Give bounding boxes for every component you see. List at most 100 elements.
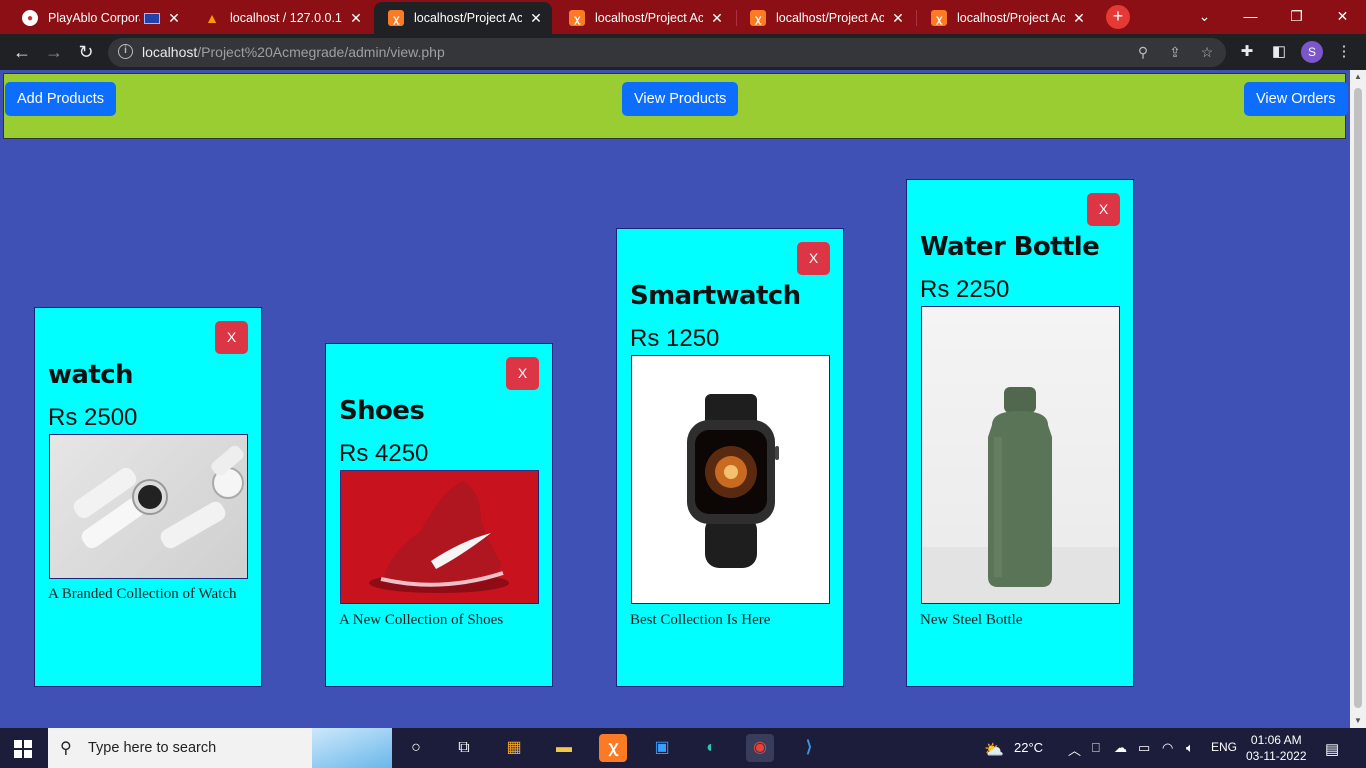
windows-start-icon[interactable] bbox=[14, 740, 32, 758]
browser-tab[interactable]: ꭓ localhost/Project Acm ✕ bbox=[917, 2, 1095, 34]
product-description: A Branded Collection of Watch bbox=[48, 586, 237, 602]
forward-icon[interactable]: → bbox=[42, 40, 66, 64]
tray-expand-icon[interactable]: ︿ bbox=[1068, 740, 1081, 759]
url-text: localhost/Project%20Acmegrade/admin/view… bbox=[142, 44, 445, 60]
scrollbar-thumb[interactable] bbox=[1354, 88, 1362, 708]
page-scrollbar[interactable]: ▲ ▼ bbox=[1350, 70, 1366, 728]
product-card: X Smartwatch Rs 1250 Best Collection Is … bbox=[616, 228, 844, 687]
browser-tab-strip: ● PlayAblo Corporat ✕ ▲ localhost / 127.… bbox=[0, 0, 1366, 34]
browser-tab[interactable]: ▲ localhost / 127.0.0.1 / ✕ bbox=[190, 2, 372, 34]
extensions-icon[interactable]: ✚ bbox=[1237, 42, 1257, 62]
page-content: Add Products View Products View Orders X… bbox=[0, 70, 1350, 728]
delete-product-button[interactable]: X bbox=[215, 321, 248, 354]
product-name: watch bbox=[48, 360, 134, 390]
close-tab-icon[interactable]: ✕ bbox=[166, 10, 182, 27]
close-tab-icon[interactable]: ✕ bbox=[528, 10, 544, 27]
profile-avatar[interactable]: S bbox=[1301, 41, 1323, 63]
battery-saver-icon[interactable]: ⎕ bbox=[1092, 740, 1100, 756]
close-window-icon[interactable]: ✕ bbox=[1320, 0, 1365, 32]
green-steel-bottle-photo bbox=[922, 387, 1119, 603]
recording-icon bbox=[144, 12, 160, 24]
browser-tab[interactable]: ꭓ localhost/Project Acm ✕ bbox=[555, 2, 733, 34]
zoom-icon[interactable]: ⚲ bbox=[1134, 43, 1152, 61]
back-icon[interactable]: ← bbox=[10, 40, 34, 64]
product-card: X Water Bottle Rs 2250 New Steel Bottle bbox=[906, 179, 1134, 687]
search-icon: ⚲ bbox=[60, 740, 72, 757]
clock-time: 01:06 AM bbox=[1250, 733, 1302, 747]
delete-product-button[interactable]: X bbox=[797, 242, 830, 275]
browser-tab-active[interactable]: ꭓ localhost/Project Acm ✕ bbox=[374, 2, 552, 34]
wifi-icon[interactable]: ◠ bbox=[1162, 740, 1173, 756]
view-orders-button[interactable]: View Orders bbox=[1244, 82, 1348, 116]
tab-title: localhost/Project Acm bbox=[776, 11, 884, 25]
onedrive-icon[interactable]: ☁ bbox=[1114, 740, 1127, 756]
edge-icon[interactable]: ◐ bbox=[697, 734, 725, 762]
site-info-icon[interactable]: i bbox=[118, 44, 133, 59]
tab-title: localhost/Project Acm bbox=[414, 11, 522, 25]
new-tab-button[interactable]: + bbox=[1106, 5, 1130, 29]
tab-search-icon[interactable]: ⌄ bbox=[1182, 0, 1227, 32]
menu-kebab-icon[interactable]: ⋮ bbox=[1334, 42, 1354, 62]
minimize-icon[interactable]: — bbox=[1228, 0, 1273, 32]
scroll-up-icon[interactable]: ▲ bbox=[1350, 70, 1366, 84]
taskbar-clock[interactable]: 01:06 AM 03-11-2022 bbox=[1246, 732, 1307, 764]
browser-tab[interactable]: ● PlayAblo Corporat ✕ bbox=[8, 2, 190, 34]
vscode-icon[interactable]: ⟩ bbox=[795, 734, 823, 762]
product-image bbox=[921, 306, 1120, 604]
view-products-button[interactable]: View Products bbox=[622, 82, 739, 116]
playablo-icon: ● bbox=[22, 10, 38, 26]
close-tab-icon[interactable]: ✕ bbox=[348, 10, 364, 27]
bookmark-star-icon[interactable]: ☆ bbox=[1198, 43, 1216, 61]
url-path: /Project%20Acmegrade/admin/view.php bbox=[197, 44, 445, 60]
clock-date: 03-11-2022 bbox=[1246, 749, 1307, 763]
delete-product-button[interactable]: X bbox=[1087, 193, 1120, 226]
search-highlight-image bbox=[312, 728, 392, 768]
browser-toolbar: ← → ↻ i localhost/Project%20Acmegrade/ad… bbox=[0, 34, 1366, 70]
xampp-icon: ꭓ bbox=[388, 10, 404, 26]
restore-icon[interactable]: ❐ bbox=[1274, 0, 1319, 32]
windows-taskbar: ⚲ Type here to search ○ ⧉ ▦ ▬ ꭓ ▣ ◐ ◉ ⟩ … bbox=[0, 728, 1366, 768]
share-icon[interactable]: ⇪ bbox=[1166, 43, 1184, 61]
product-image bbox=[340, 470, 539, 604]
address-bar[interactable]: i localhost/Project%20Acmegrade/admin/vi… bbox=[108, 38, 1226, 67]
browser-tab[interactable]: ꭓ localhost/Project Acm ✕ bbox=[736, 2, 914, 34]
product-image bbox=[631, 355, 830, 604]
close-tab-icon[interactable]: ✕ bbox=[709, 10, 725, 27]
xampp-icon: ꭓ bbox=[750, 10, 766, 26]
taskbar-search-box[interactable]: ⚲ Type here to search bbox=[48, 728, 392, 768]
close-tab-icon[interactable]: ✕ bbox=[890, 10, 906, 27]
reload-icon[interactable]: ↻ bbox=[74, 40, 98, 64]
side-panel-icon[interactable]: ◧ bbox=[1269, 42, 1289, 62]
weather-icon: ⛅ bbox=[984, 742, 1004, 759]
chrome-icon[interactable]: ◉ bbox=[746, 734, 774, 762]
weather-temp[interactable]: 22°C bbox=[1014, 740, 1043, 755]
tab-title: PlayAblo Corporat bbox=[48, 11, 140, 25]
cortana-icon[interactable]: ○ bbox=[402, 734, 430, 762]
tab-title: localhost/Project Acm bbox=[595, 11, 703, 25]
product-price: Rs 4250 bbox=[339, 440, 429, 467]
add-products-button[interactable]: Add Products bbox=[5, 82, 117, 116]
file-explorer-icon[interactable]: ▬ bbox=[550, 734, 578, 762]
close-tab-icon[interactable]: ✕ bbox=[1071, 10, 1087, 27]
microsoft-store-icon[interactable]: ▦ bbox=[500, 734, 528, 762]
battery-icon[interactable]: ▭ bbox=[1138, 740, 1150, 756]
tab-title: localhost / 127.0.0.1 / bbox=[230, 11, 342, 25]
product-description: New Steel Bottle bbox=[920, 612, 1023, 628]
volume-icon[interactable]: 🔈︎ bbox=[1186, 740, 1194, 756]
black-smartwatch-photo bbox=[687, 394, 779, 568]
phpmyadmin-icon: ▲ bbox=[205, 10, 219, 26]
search-placeholder: Type here to search bbox=[88, 740, 217, 756]
product-card: X Shoes Rs 4250 A New Collection of Shoe… bbox=[325, 343, 553, 687]
language-indicator[interactable]: ENG bbox=[1211, 740, 1237, 754]
scroll-down-icon[interactable]: ▼ bbox=[1350, 714, 1366, 728]
product-card: X watch Rs 2500 A Branded Collection of … bbox=[34, 307, 262, 687]
delete-product-button[interactable]: X bbox=[506, 357, 539, 390]
product-price: Rs 2500 bbox=[48, 404, 138, 431]
app-icon[interactable]: ▣ bbox=[648, 734, 676, 762]
product-name: Smartwatch bbox=[630, 281, 801, 311]
xampp-icon: ꭓ bbox=[931, 10, 947, 26]
product-image bbox=[49, 434, 248, 579]
task-view-icon[interactable]: ⧉ bbox=[450, 734, 478, 762]
xampp-taskbar-icon[interactable]: ꭓ bbox=[599, 734, 627, 762]
notification-icon[interactable]: ▤ bbox=[1325, 740, 1339, 758]
